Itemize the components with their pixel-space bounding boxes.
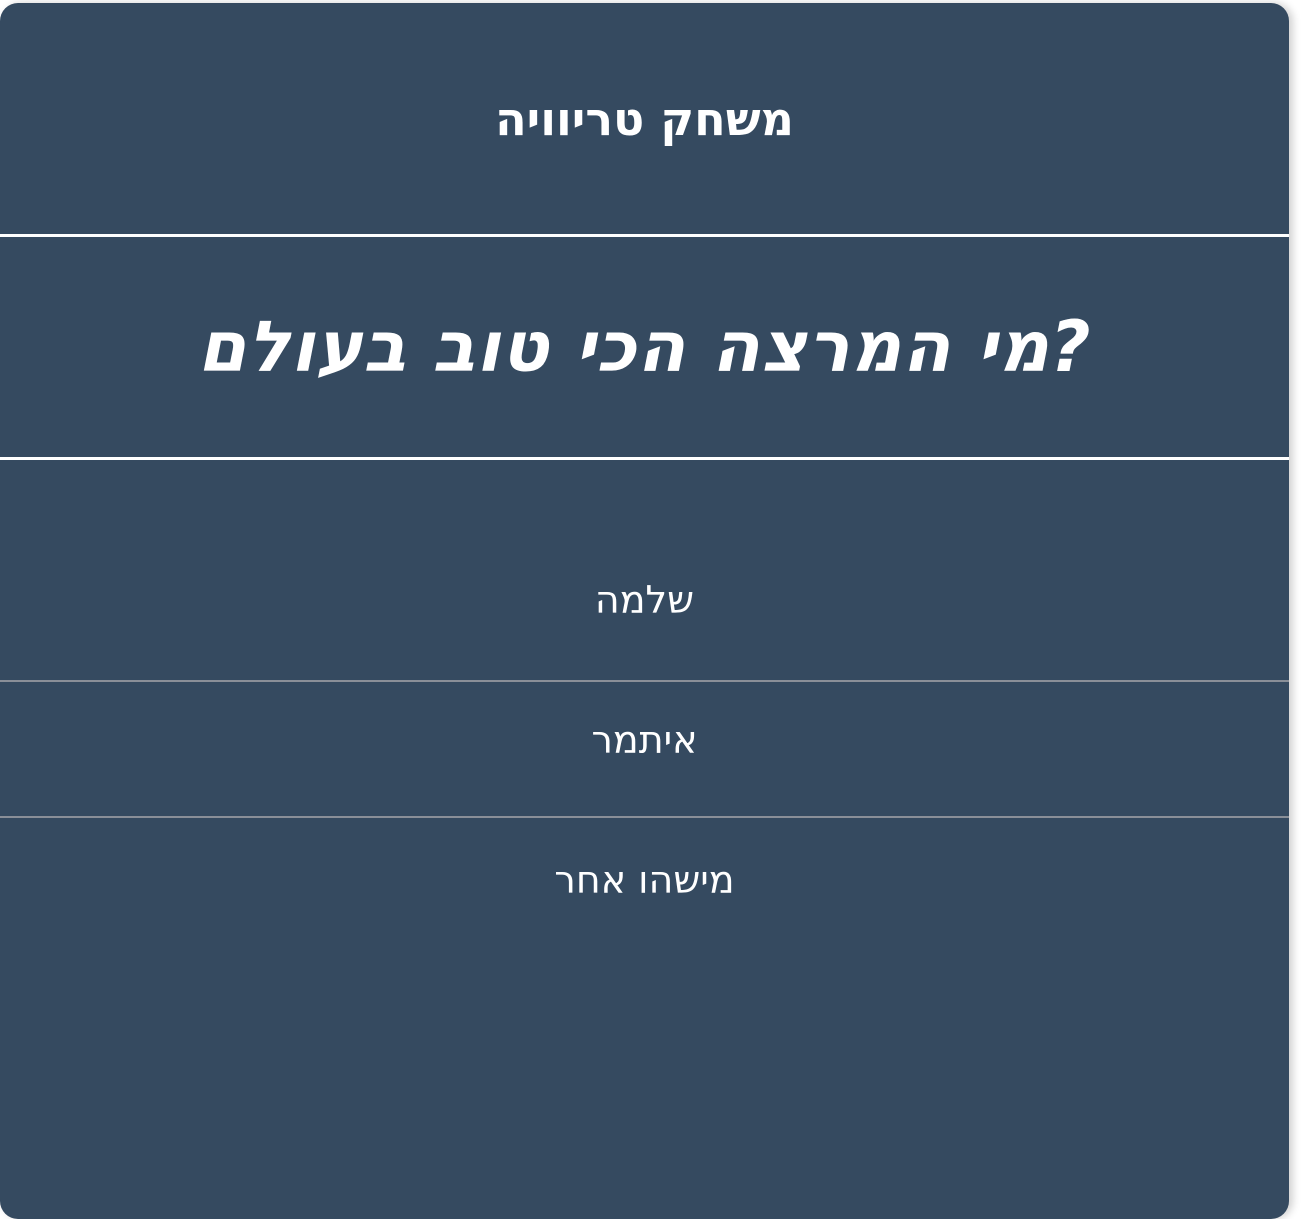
header: משחק טריוויה — [0, 3, 1289, 237]
answer-option-1[interactable]: שלמה — [0, 543, 1289, 677]
page-title: משחק טריוויה — [495, 91, 794, 146]
question-section: ?מי המרצה הכי טוב בעולם — [0, 237, 1289, 460]
answer-label: מישהו אחר — [554, 858, 735, 902]
question-text: ?מי המרצה הכי טוב בעולם — [197, 306, 1092, 388]
answer-option-3[interactable]: מישהו אחר — [0, 816, 1289, 952]
answer-label: שלמה — [594, 578, 695, 622]
answer-option-2[interactable]: איתמר — [0, 680, 1289, 816]
trivia-card: משחק טריוויה ?מי המרצה הכי טוב בעולם שלמ… — [0, 3, 1289, 1219]
answer-label: איתמר — [591, 718, 698, 762]
